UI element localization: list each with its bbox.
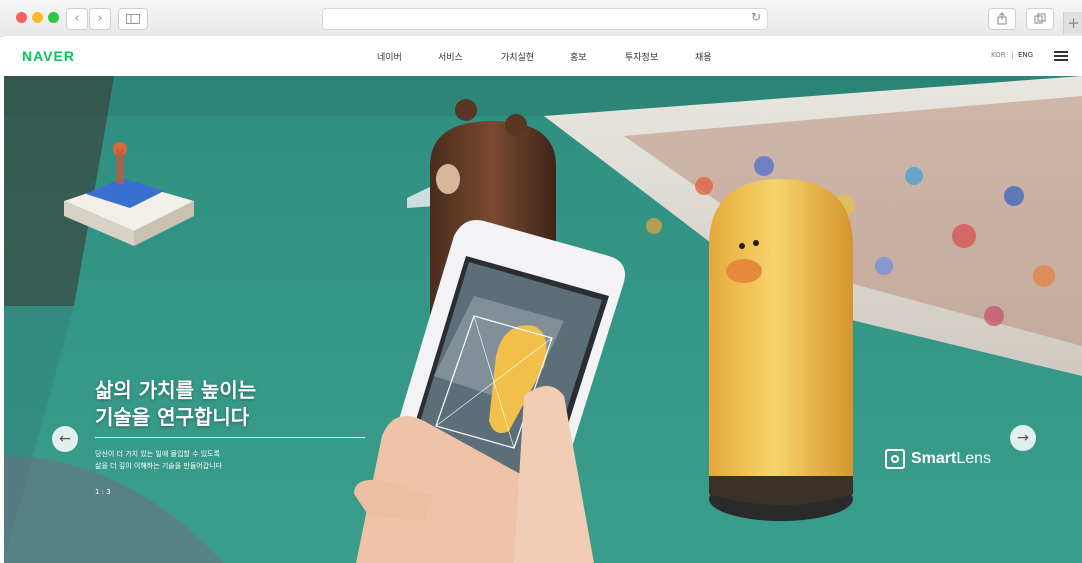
sidebar-icon <box>126 14 140 24</box>
nav-item-values[interactable]: 가치실현 <box>501 50 534 63</box>
nav-item-naver[interactable]: 네이버 <box>377 50 402 63</box>
zoom-window-button[interactable] <box>48 12 59 23</box>
arrow-right-icon: → <box>1017 430 1029 446</box>
hero-divider <box>95 437 365 438</box>
subtext-line-1: 당신이 더 가치 있는 일에 몰입할 수 있도록 <box>95 450 221 458</box>
hero-photo <box>4 76 1082 563</box>
nav-item-careers[interactable]: 채용 <box>695 50 712 63</box>
smartlens-label: SmartLens <box>911 450 991 468</box>
subtext-line-2: 삶을 더 깊이 이해하는 기술을 만들어갑니다 <box>95 462 223 470</box>
hero-headline: 삶의 가치를 높이는 기술을 연구합니다 <box>95 377 256 431</box>
hamburger-icon[interactable] <box>1054 51 1068 61</box>
browser-window: ‹ › ↻ + NAVER 네이버 서비스 가치실현 홍보 투자정보 채용 KO… <box>0 0 1082 563</box>
nav-item-ir[interactable]: 투자정보 <box>625 50 658 63</box>
minimize-window-button[interactable] <box>32 12 43 23</box>
share-icon <box>997 12 1007 25</box>
chevron-right-icon: › <box>97 11 103 26</box>
lang-divider <box>1012 51 1013 59</box>
chevron-left-icon: ‹ <box>74 11 80 26</box>
back-button[interactable]: ‹ <box>66 8 88 30</box>
tabs-icon <box>1034 13 1046 24</box>
nav-item-pr[interactable]: 홍보 <box>570 50 587 63</box>
nav-item-services[interactable]: 서비스 <box>438 50 463 63</box>
forward-button[interactable]: › <box>89 8 111 30</box>
headline-line-1: 삶의 가치를 높이는 <box>95 378 257 402</box>
prev-slide-button[interactable]: ← <box>52 426 78 452</box>
close-window-button[interactable] <box>16 12 27 23</box>
hero-subtext: 당신이 더 가치 있는 일에 몰입할 수 있도록 삶을 더 깊이 이해하는 기술… <box>95 448 222 472</box>
site-header: NAVER 네이버 서비스 가치실현 홍보 투자정보 채용 KOR ENG <box>4 36 1082 76</box>
lang-kor[interactable]: KOR <box>991 51 1006 59</box>
smartlens-logo-icon <box>885 449 905 469</box>
reload-icon[interactable]: ↻ <box>751 10 761 24</box>
plus-icon: + <box>1067 14 1080 32</box>
browser-toolbar: ‹ › ↻ + <box>0 0 1082 37</box>
naver-logo[interactable]: NAVER <box>22 48 75 64</box>
headline-line-2: 기술을 연구합니다 <box>95 405 250 429</box>
lang-eng[interactable]: ENG <box>1018 51 1033 59</box>
tabs-button[interactable] <box>1026 8 1054 30</box>
smartlens-label-light: Lens <box>956 450 992 467</box>
share-button[interactable] <box>988 8 1016 30</box>
next-slide-button[interactable]: → <box>1010 425 1036 451</box>
smartlens-label-bold: Smart <box>911 450 957 467</box>
hero-banner: 삶의 가치를 높이는 기술을 연구합니다 당신이 더 가치 있는 일에 몰입할 … <box>4 76 1082 563</box>
arrow-left-icon: ← <box>59 431 71 447</box>
sidebar-button[interactable] <box>118 8 148 30</box>
slide-counter: 1 : 3 <box>95 488 111 496</box>
address-bar[interactable]: ↻ <box>322 8 768 30</box>
new-tab-button[interactable]: + <box>1063 12 1082 34</box>
